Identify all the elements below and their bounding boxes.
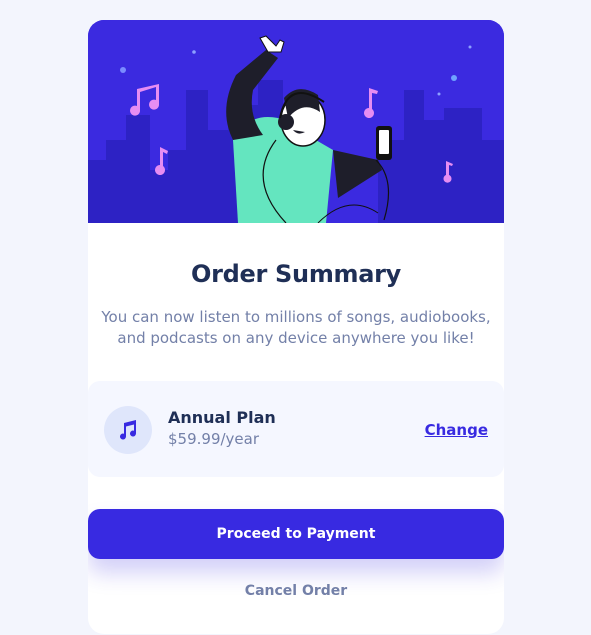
music-note-glyph	[120, 420, 137, 440]
music-listener-illustration	[88, 20, 504, 223]
order-summary-card: Order Summary You can now listen to mill…	[88, 20, 504, 634]
plan-name: Annual Plan	[168, 408, 276, 427]
hero-illustration	[88, 20, 504, 223]
change-plan-link[interactable]: Change	[425, 421, 488, 439]
proceed-to-payment-button[interactable]: Proceed to Payment	[88, 509, 504, 559]
music-note-icon	[104, 406, 152, 454]
plan-price: $59.99/year	[168, 430, 260, 448]
plan-summary: Annual Plan $59.99/year Change	[88, 381, 504, 477]
page-title: Order Summary	[190, 260, 402, 288]
order-description: You can now listen to millions of songs,…	[101, 308, 491, 347]
cancel-order-button[interactable]: Cancel Order	[88, 583, 504, 599]
